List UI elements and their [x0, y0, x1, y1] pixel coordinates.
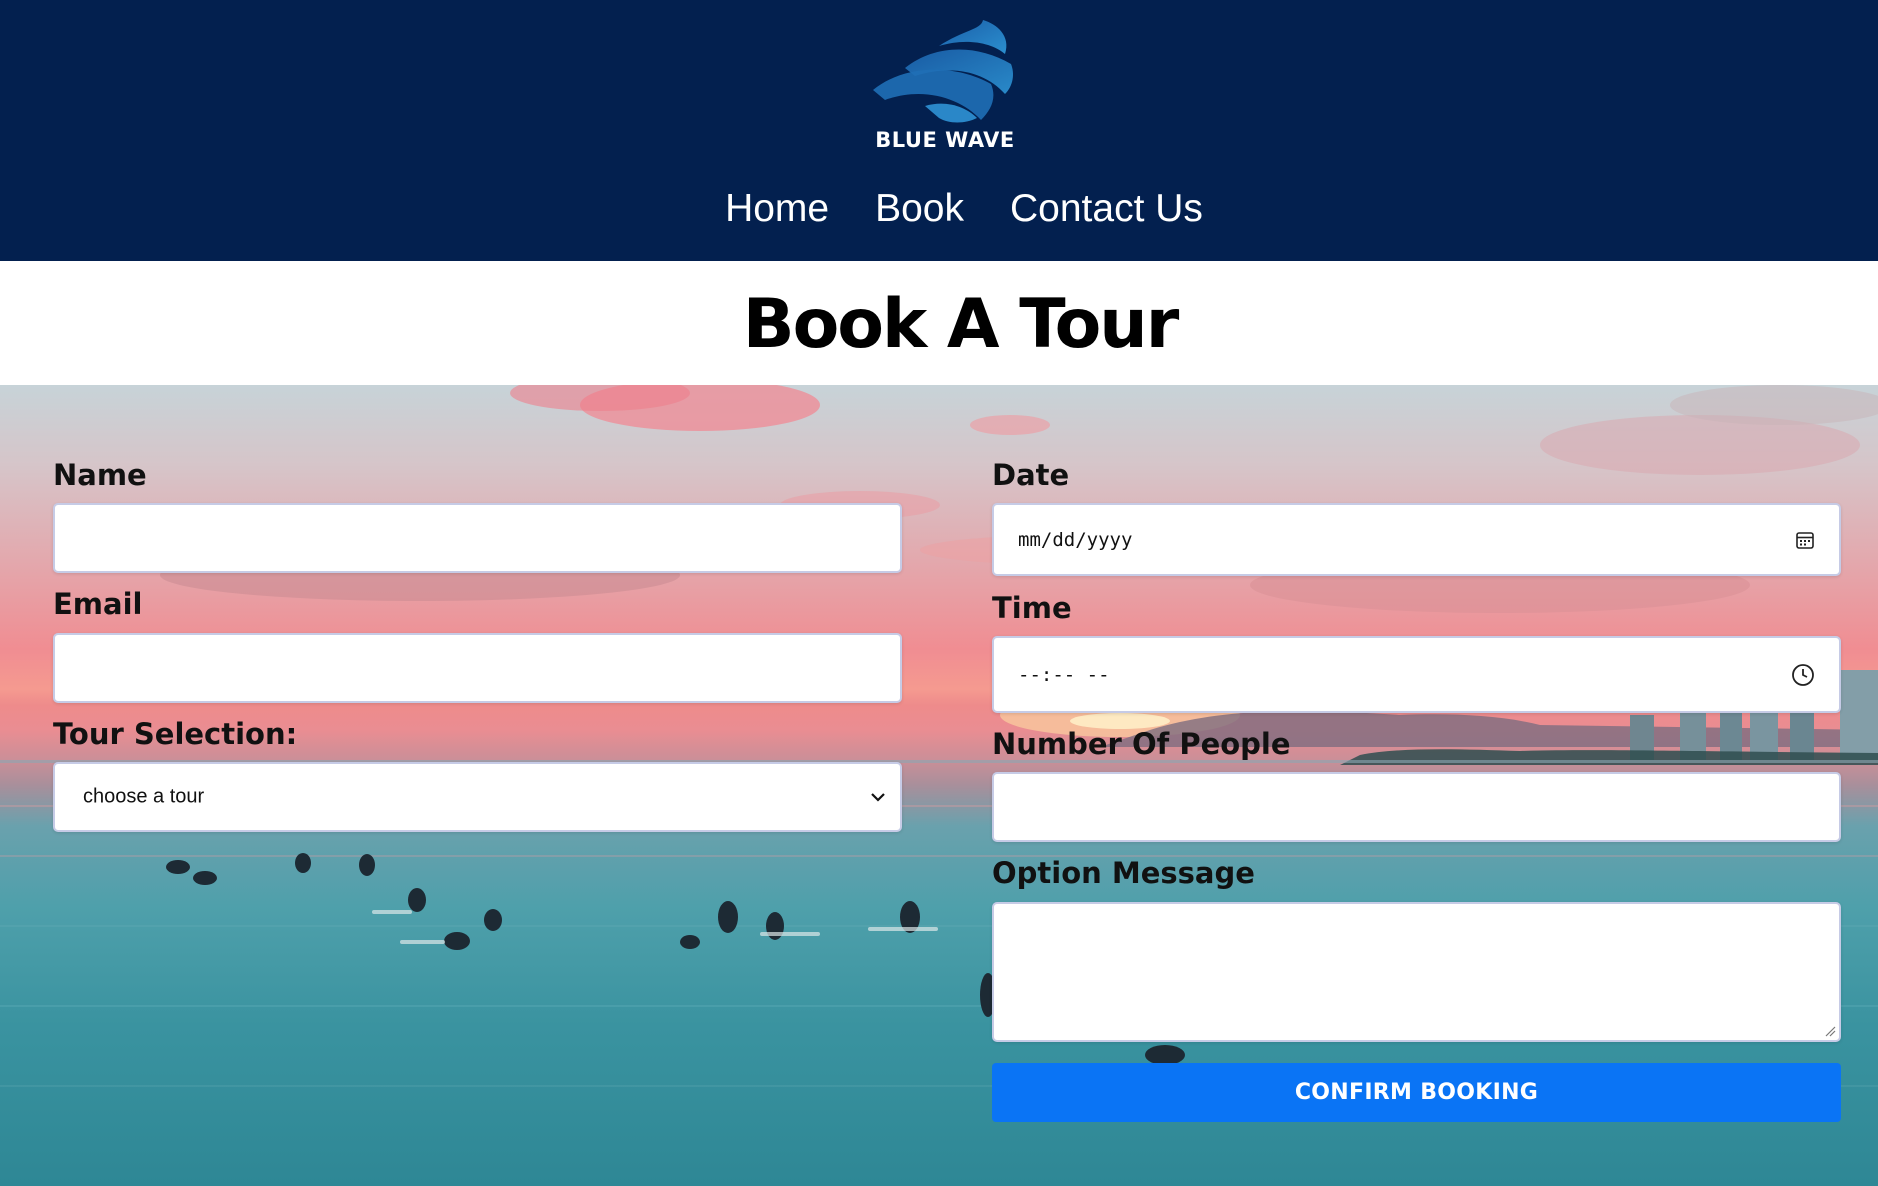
time-input[interactable]: --:-- -- — [992, 636, 1841, 713]
option-message-label: Option Message — [992, 856, 1255, 890]
tour-selection-label: Tour Selection: — [53, 717, 298, 751]
chevron-down-icon — [871, 793, 885, 802]
wave-logo-icon — [873, 20, 1013, 123]
email-input[interactable] — [53, 633, 902, 703]
main-nav: Home Book Contact Us — [0, 184, 1878, 234]
tour-select[interactable]: choose a tour — [53, 762, 902, 832]
brand-name: BLUE WAVE — [875, 128, 1015, 152]
email-label: Email — [53, 587, 143, 621]
option-message-textarea[interactable] — [992, 902, 1841, 1042]
tour-select-value: choose a tour — [83, 785, 205, 808]
name-label: Name — [53, 458, 147, 492]
resize-handle-icon[interactable] — [1824, 1025, 1836, 1037]
clock-icon[interactable] — [1791, 663, 1815, 687]
number-of-people-label: Number Of People — [992, 727, 1291, 761]
nav-link-home[interactable]: Home — [725, 184, 829, 234]
number-of-people-input[interactable] — [992, 772, 1841, 842]
title-band: Book A Tour — [0, 261, 1878, 385]
time-label: Time — [992, 591, 1072, 625]
date-label: Date — [992, 458, 1070, 492]
date-input[interactable]: mm/dd/yyyy — [992, 503, 1841, 576]
confirm-booking-button[interactable]: CONFIRM BOOKING — [992, 1063, 1841, 1122]
time-placeholder: --:-- -- — [1018, 663, 1110, 686]
calendar-icon[interactable] — [1795, 530, 1815, 550]
nav-link-contact-us[interactable]: Contact Us — [1010, 184, 1203, 234]
site-header: BLUE WAVE Home Book Contact Us — [0, 0, 1878, 261]
date-placeholder: mm/dd/yyyy — [1018, 528, 1133, 551]
nav-link-book[interactable]: Book — [875, 184, 964, 234]
brand-logo[interactable]: BLUE WAVE — [865, 14, 1025, 162]
name-input[interactable] — [53, 503, 902, 573]
page-title: Book A Tour — [742, 285, 1179, 364]
